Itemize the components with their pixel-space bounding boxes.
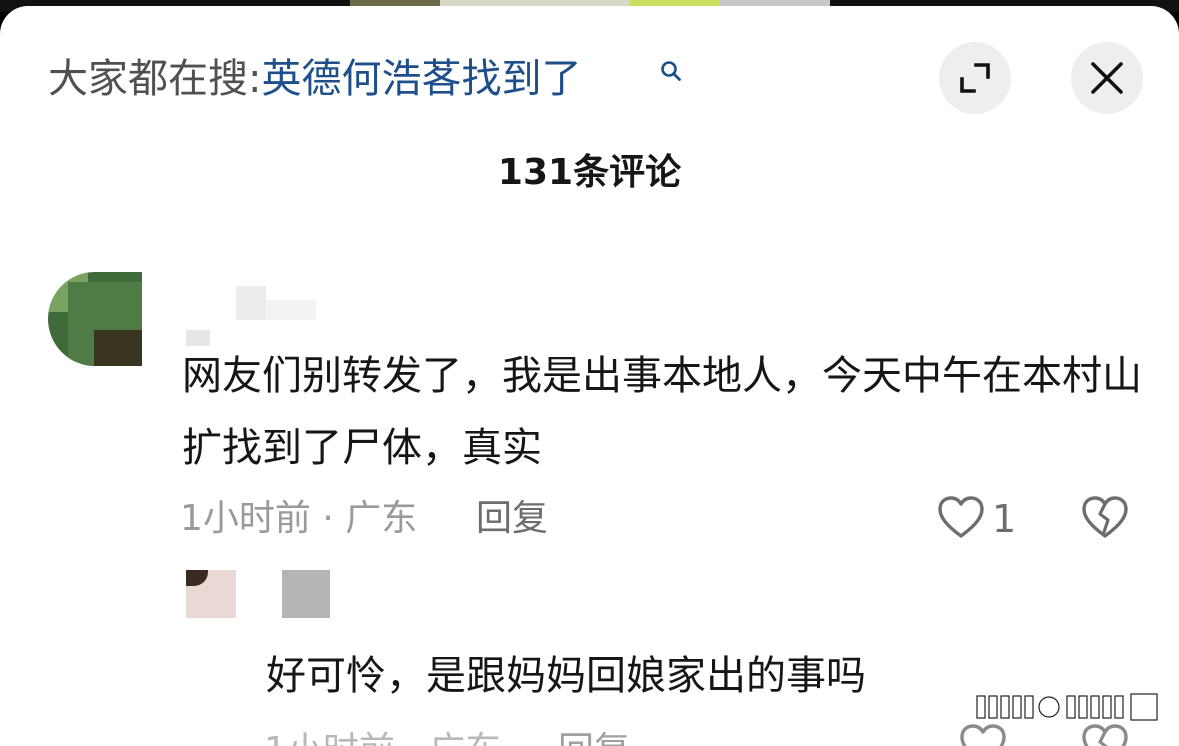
close-icon [1091, 62, 1123, 94]
watermark-logo [976, 693, 1158, 721]
username-redacted[interactable] [186, 286, 316, 346]
like-count: 1 [992, 497, 1017, 541]
comment-text: 网友们别转发了，我是出事本地人，今天中午在本村山扩找到了尸体，真实 [182, 353, 1142, 471]
reply-avatar[interactable] [186, 570, 236, 618]
reply-meta: 1小时前 · 广东 [264, 728, 501, 746]
comments-sheet: 大家都在搜:英德何浩茖找到了 131条评论 网友们别转发了，我是出事本地人，今天… [0, 6, 1179, 746]
expand-button[interactable] [939, 42, 1011, 114]
avatar[interactable] [48, 272, 142, 366]
broken-heart-icon[interactable] [1080, 722, 1130, 746]
comment-count-title: 131条评论 [497, 152, 682, 193]
trending-search-prefix: 大家都在搜: [48, 56, 262, 102]
close-button[interactable] [1071, 42, 1143, 114]
reply-username-redacted[interactable] [282, 570, 330, 618]
reply-reply-button[interactable]: 回复 [558, 728, 630, 746]
search-icon[interactable] [660, 60, 682, 82]
trending-search-link[interactable]: 英德何浩茖找到了 [261, 56, 581, 102]
trending-search-bar[interactable]: 大家都在搜:英德何浩茖找到了 [48, 56, 681, 102]
comment-meta: 1小时前 · 广东 [180, 498, 418, 539]
reply-button[interactable]: 回复 [476, 496, 548, 542]
heart-outline-icon[interactable] [936, 494, 986, 540]
heart-outline-icon[interactable] [958, 722, 1008, 746]
reply-text: 好可怜，是跟妈妈回娘家出的事吗 [266, 653, 866, 699]
expand-icon [960, 63, 990, 93]
broken-heart-icon[interactable] [1080, 494, 1130, 540]
